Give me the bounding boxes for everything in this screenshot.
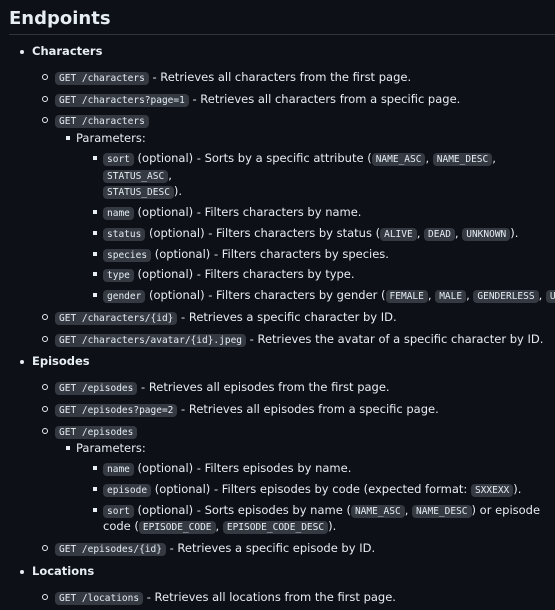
endpoint-list: GET /episodes - Retrieves all episodes f… [32,379,555,557]
endpoint-item: GET /episodes - Retrieves all episodes f… [42,379,555,396]
endpoint-code: GET /characters/avatar/{id}.jpeg [55,333,247,347]
endpoint-item: GET /characters - Retrieves all characte… [42,69,555,86]
param-item: gender (optional) - Filters characters b… [93,287,555,304]
parameters-item: Parameters: name (optional) - Filters ep… [66,440,555,535]
parameters-item: Parameters: sort (optional) - Sorts by a… [66,130,555,304]
parameters-list: Parameters: name (optional) - Filters ep… [55,440,555,535]
endpoint-code: GET /episodes/{id} [55,543,166,557]
parameters-list: Parameters: sort (optional) - Sorts by a… [55,130,555,304]
section-title: Characters [32,44,103,59]
endpoint-item: GET /characters/{id} - Retrieves a speci… [42,309,555,326]
endpoint-item: GET /episodes?page=2 - Retrieves all epi… [42,401,555,418]
endpoint-item: GET /characters?page=1 - Retrieves all c… [42,91,555,108]
param-item: sort (optional) - Sorts by a specific at… [93,150,555,200]
endpoint-code: GET /locations [55,591,144,605]
endpoint-code: GET /episodes [55,382,138,396]
page-title: Endpoints [9,6,555,36]
readme-content: Endpoints Characters GET /characters - R… [0,0,555,610]
param-item: status (optional) - Filters characters b… [93,225,555,242]
section-title: Episodes [32,354,90,369]
endpoint-item: GET /characters/avatar/{id}.jpeg - Retri… [42,331,555,348]
endpoint-code: GET /episodes?page=2 [55,403,178,417]
endpoint-code: GET /characters?page=1 [55,93,189,107]
endpoint-list: GET /characters - Retrieves all characte… [32,69,555,348]
param-item: type (optional) - Filters characters by … [93,266,555,283]
param-list: name (optional) - Filters episodes by na… [76,460,555,535]
param-item: species (optional) - Filters characters … [93,246,555,263]
sections-list: Characters GET /characters - Retrieves a… [9,43,555,605]
param-item: name (optional) - Filters characters by … [93,204,555,221]
endpoint-code: GET /characters/{id} [55,311,178,325]
param-item: sort (optional) - Sorts episodes by name… [93,502,555,536]
endpoint-item: GET /episodes/{id} - Retrieves a specifi… [42,540,555,557]
section-characters: Characters GET /characters - Retrieves a… [20,43,555,348]
param-item: name (optional) - Filters episodes by na… [93,460,555,477]
param-item: episode (optional) - Filters episodes by… [93,481,555,498]
endpoint-item: GET /characters Parameters: sort (option… [42,112,555,304]
section-locations: Locations GET /locations - Retrieves all… [20,563,555,606]
section-episodes: Episodes GET /episodes - Retrieves all e… [20,353,555,557]
endpoint-item: GET /episodes Parameters: name (optional… [42,423,555,536]
param-list: sort (optional) - Sorts by a specific at… [76,150,555,304]
endpoint-list: GET /locations - Retrieves all locations… [32,589,555,606]
section-title: Locations [32,563,95,578]
endpoint-code: GET /characters [55,71,149,85]
endpoint-code: GET /characters [55,115,149,129]
endpoint-item: GET /locations - Retrieves all locations… [42,589,555,606]
endpoint-code: GET /episodes [55,425,138,439]
